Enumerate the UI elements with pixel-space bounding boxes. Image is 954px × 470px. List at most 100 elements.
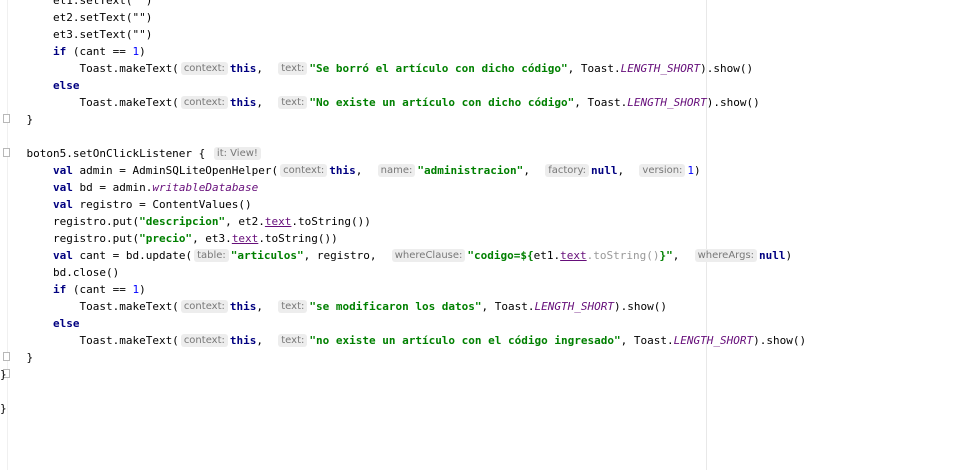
code-token: ).show()	[706, 96, 760, 109]
code-token: }	[0, 402, 7, 415]
code-token: , Toast.	[574, 96, 628, 109]
code-token: this	[229, 300, 257, 313]
code-token: }	[0, 113, 34, 126]
parameter-hint: whereArgs:	[694, 249, 758, 262]
code-token: "administracion"	[417, 164, 524, 177]
code-line: }	[0, 349, 33, 366]
code-token: "descripcion"	[139, 215, 226, 228]
code-token: "articulos"	[230, 249, 304, 262]
code-token: LENGTH_SHORT	[620, 62, 701, 75]
code-token: registro.put(	[0, 215, 140, 228]
code-editor[interactable]: et1.setText("") et2.setText("") et3.setT…	[0, 0, 954, 470]
code-token: ).show()	[753, 334, 807, 347]
code-line: bd.close()	[0, 264, 119, 281]
parameter-hint: text:	[278, 96, 308, 109]
code-token: "codigo=${	[467, 249, 534, 262]
parameter-hint: context:	[180, 300, 228, 313]
code-token: (cant ==	[66, 45, 133, 58]
parameter-hint: name:	[377, 164, 416, 177]
parameter-hint: context:	[180, 334, 228, 347]
code-token: }	[0, 368, 7, 381]
code-token: ).show()	[614, 300, 667, 313]
code-token: )	[139, 45, 146, 58]
parameter-hint: context:	[180, 96, 228, 109]
code-token: et2.setText("")	[0, 11, 153, 24]
code-line: Toast.makeText(context: this, text: "no ex…	[0, 332, 806, 349]
code-line: et1.setText("")	[0, 0, 152, 9]
code-line: }	[0, 366, 7, 383]
code-token: , registro,	[303, 249, 390, 262]
code-line: if (cant == 1)	[0, 43, 146, 60]
code-line: }	[0, 400, 7, 417]
code-token: text	[231, 232, 259, 245]
code-line: registro.put("precio", et3.text.toString…	[0, 230, 338, 247]
parameter-hint: factory:	[545, 164, 590, 177]
code-line: val bd = admin.writableDatabase	[0, 179, 258, 196]
code-token: if	[52, 283, 67, 296]
code-token: "Se borró el artículo con dicho código"	[309, 62, 568, 75]
code-token: this	[229, 96, 257, 109]
code-line: registro.put("descripcion", et2.text.toS…	[0, 213, 371, 230]
code-token: et1.setText("")	[0, 0, 153, 7]
code-token: bd = admin.	[72, 181, 153, 194]
code-token: Toast.makeText(	[0, 334, 179, 347]
code-line: else	[0, 315, 80, 332]
code-token: "no existe un artículo con el código ing…	[309, 334, 621, 347]
code-token: Toast.makeText(	[0, 62, 179, 75]
code-token: registro.put(	[0, 232, 140, 245]
code-line: Toast.makeText(context: this, text: "Se bo…	[0, 60, 753, 77]
parameter-hint: it: View!	[213, 147, 261, 160]
code-token: LENGTH_SHORT	[673, 334, 754, 347]
code-token: , et2.	[225, 215, 265, 228]
parameter-hint: text:	[278, 300, 308, 313]
code-token: et3.setText("")	[0, 28, 153, 41]
code-token: null	[591, 164, 618, 177]
code-token: ,	[672, 249, 693, 262]
parameter-hint: context:	[280, 164, 328, 177]
code-line: val registro = ContentValues()	[0, 196, 252, 213]
code-token: , Toast.	[481, 300, 535, 313]
parameter-hint: version:	[639, 164, 686, 177]
code-token: text	[264, 215, 292, 228]
code-token: }	[0, 351, 34, 364]
code-token: if	[52, 45, 67, 58]
code-token: Toast.makeText(	[0, 96, 179, 109]
code-token: )	[785, 249, 793, 262]
code-line: val cant = bd.update(table: "articulos", …	[0, 247, 792, 264]
code-line: Toast.makeText(context: this, text: "No ex…	[0, 94, 760, 111]
code-token: Toast.makeText(	[0, 300, 179, 313]
code-token: (cant ==	[66, 283, 133, 296]
code-token: ,	[256, 62, 277, 75]
code-token: text	[560, 249, 587, 262]
code-token: ,	[256, 334, 277, 347]
code-token: )	[694, 164, 701, 177]
code-token: "No existe un artículo con dicho código"	[309, 96, 575, 109]
code-line: val admin = AdminSQLiteOpenHelper(contex…	[0, 162, 701, 179]
code-token: val	[52, 249, 73, 262]
code-token: writableDatabase	[152, 181, 259, 194]
code-token: admin = AdminSQLiteOpenHelper(	[72, 164, 279, 177]
parameter-hint: context:	[180, 62, 228, 75]
code-token: , et3.	[192, 232, 232, 245]
code-token: , Toast.	[620, 334, 674, 347]
code-token: this	[229, 334, 257, 347]
code-token: LENGTH_SHORT	[534, 300, 615, 313]
code-token: ,	[617, 164, 638, 177]
code-line: Toast.makeText(context: this, text: "se mo…	[0, 298, 667, 315]
code-token: else	[52, 79, 80, 92]
code-token: registro = ContentValues()	[72, 198, 252, 211]
code-token: val	[52, 181, 73, 194]
code-token: this	[229, 62, 257, 75]
code-token: boton5.setOnClickListener {	[0, 147, 212, 160]
code-line: if (cant == 1)	[0, 281, 146, 298]
code-token: )	[139, 283, 146, 296]
parameter-hint: text:	[278, 62, 308, 75]
code-token: ).show()	[700, 62, 754, 75]
